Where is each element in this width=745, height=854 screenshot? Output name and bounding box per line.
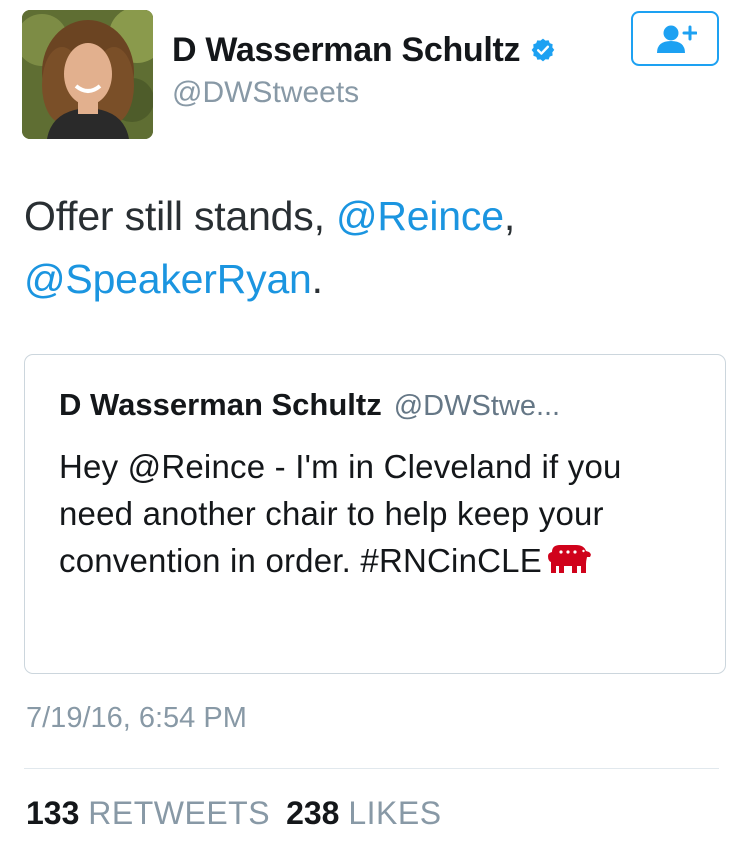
tweet-text: Offer still stands, @Reince, @SpeakerRyan… — [24, 185, 714, 311]
quoted-tweet-text: Hey @Reince - I'm in Cleveland if you ne… — [59, 443, 699, 584]
tweet-timestamp[interactable]: 7/19/16, 6:54 PM — [26, 702, 247, 735]
profile-photo — [22, 10, 153, 139]
likes-count: 238 — [286, 795, 340, 831]
author-handle[interactable]: @DWStweets — [172, 76, 359, 110]
retweets-count: 133 — [26, 795, 80, 831]
quoted-tweet-card[interactable]: D Wasserman Schultz @DWStwe... Hey @Rein… — [24, 354, 726, 674]
likes-stat[interactable]: 238 LIKES — [286, 795, 442, 831]
quoted-tweet-header: D Wasserman Schultz @DWStwe... — [59, 387, 560, 423]
quoted-author-handle: @DWStwe... — [393, 390, 561, 422]
avatar[interactable] — [22, 10, 153, 139]
retweets-stat[interactable]: 133 RETWEETS — [26, 795, 270, 831]
mention-link[interactable]: @Reince — [336, 193, 504, 239]
mention-link[interactable]: @SpeakerRyan — [24, 256, 312, 302]
tweet-text-prefix: Offer still stands, — [24, 193, 336, 239]
quoted-author-name: D Wasserman Schultz — [59, 387, 382, 422]
divider — [24, 768, 719, 769]
tweet-text-suffix: . — [311, 256, 323, 302]
tweet-stats: 133 RETWEETS 238 LIKES — [26, 795, 442, 832]
likes-label: LIKES — [348, 795, 442, 831]
quoted-tweet-body: Hey @Reince - I'm in Cleveland if you ne… — [59, 448, 622, 579]
author-name[interactable]: D Wasserman Schultz — [172, 31, 521, 70]
verified-badge-icon — [531, 38, 555, 62]
follow-button[interactable] — [631, 11, 719, 66]
add-user-icon — [657, 25, 697, 53]
author-row: D Wasserman Schultz — [172, 30, 556, 70]
retweets-label: RETWEETS — [88, 795, 271, 831]
tweet-text-mid: , — [503, 193, 516, 239]
elephant-icon — [547, 545, 591, 573]
